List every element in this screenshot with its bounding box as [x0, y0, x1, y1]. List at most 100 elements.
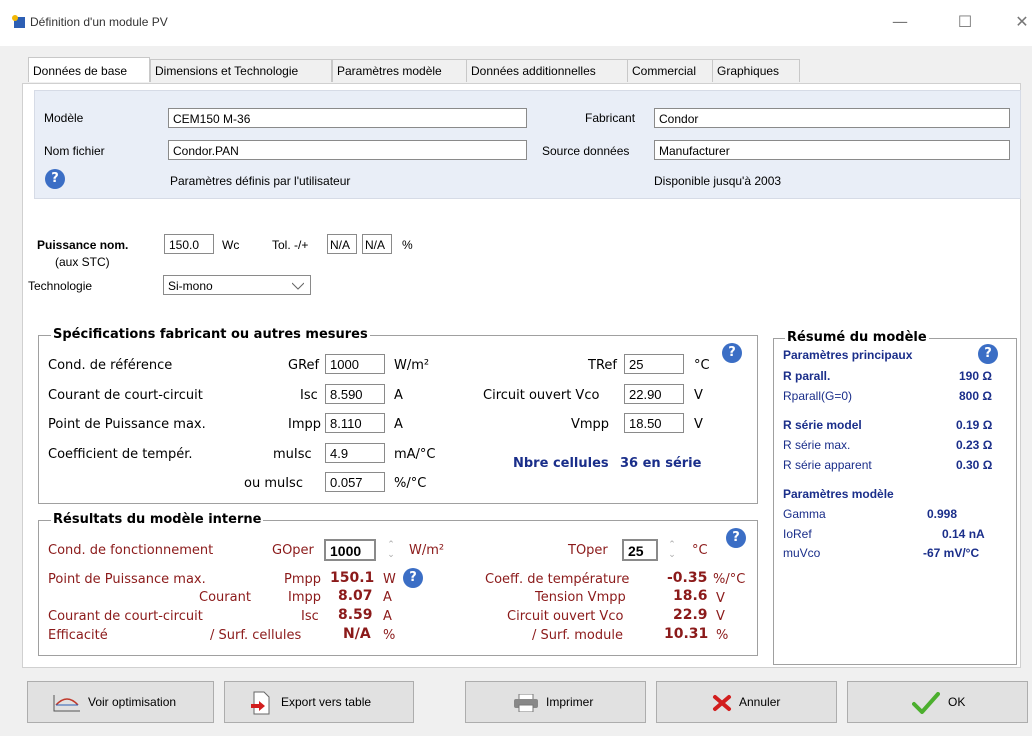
coef-value: -0.35 [667, 570, 708, 586]
cells-label: Nbre cellules [513, 456, 609, 471]
impp-input[interactable]: 8.110 [325, 413, 385, 433]
muisc-pct-input[interactable]: 0.057 [325, 472, 385, 492]
goper-input[interactable]: 1000 [324, 539, 376, 561]
spec-label-2: Point de Puissance max. [48, 417, 206, 432]
export-table-button[interactable]: Export vers table [224, 681, 414, 723]
tolerance-minus-input[interactable]: N/A [327, 234, 357, 254]
tab-parametres-modele[interactable]: Paramètres modèle [332, 59, 470, 82]
puissance-label: Puissance nom. [37, 238, 129, 252]
rseriemax-label: R série max. [783, 438, 851, 452]
spec-unit-3: mA/°C [394, 447, 436, 462]
vco-input[interactable]: 22.90 [624, 384, 684, 404]
rserieapp-label: R série apparent [783, 458, 872, 472]
tolerance-label: Tol. -/+ [272, 238, 309, 252]
params-principaux-label: Paramètres principaux [783, 348, 913, 362]
tab-commercial[interactable]: Commercial [627, 59, 716, 82]
tref-input[interactable]: 25 [624, 354, 684, 374]
vmpp-label: Vmpp [571, 417, 610, 432]
modele-label: Modèle [44, 111, 84, 125]
surf-module-unit: % [716, 628, 729, 643]
courant-label: Courant [199, 590, 251, 605]
rserie-label: R série model [783, 418, 862, 432]
spec-sym-0: GRef [288, 358, 320, 373]
export-table-label: Export vers table [281, 695, 372, 709]
vco-result-value: 22.9 [673, 607, 708, 623]
modele-input[interactable]: CEM150 M-36 [168, 108, 527, 128]
goper-sym: GOper [272, 543, 314, 558]
isc-result-sym: Isc [301, 609, 319, 624]
gamma-label: Gamma [783, 507, 826, 521]
vmpp-input[interactable]: 18.50 [624, 413, 684, 433]
gref-input[interactable]: 1000 [325, 354, 385, 374]
goper-label: Cond. de fonctionnement [48, 543, 214, 558]
nom-fichier-label: Nom fichier [44, 144, 105, 158]
spec-sym-1: Isc [300, 388, 318, 403]
tolerance-unit: % [402, 238, 413, 252]
minimize-button[interactable]: — [886, 10, 914, 34]
vmpp-result-label: Tension Vmpp [535, 590, 626, 605]
rparall0-label: Rparall(G=0) [783, 389, 853, 403]
spec-sym-4: ou muIsc [244, 476, 303, 491]
rparall-label: R parall. [783, 369, 831, 383]
rparall-value: 190 Ω [959, 369, 992, 383]
goper-unit: W/m² [409, 543, 445, 558]
pmpp-help-icon[interactable]: ? [403, 568, 423, 588]
results-help-icon[interactable]: ? [726, 528, 746, 548]
tolerance-plus-input[interactable]: N/A [362, 234, 392, 254]
isc-input[interactable]: 8.590 [325, 384, 385, 404]
disponible-text: Disponible jusqu'à 2003 [654, 174, 782, 188]
tab-donnees-additionnelles[interactable]: Données additionnelles [466, 59, 631, 82]
toper-spinner[interactable]: ⌃ ⌄ [666, 540, 678, 562]
tab-graphiques[interactable]: Graphiques [712, 59, 800, 82]
close-button[interactable]: ✕ [1008, 10, 1032, 34]
toper-unit: °C [692, 543, 708, 558]
vco-result-unit: V [716, 609, 725, 624]
printer-icon [514, 694, 538, 712]
impp-sym: Impp [288, 590, 322, 605]
specs-help-icon[interactable]: ? [722, 343, 742, 363]
eff-unit: % [383, 628, 396, 643]
muisc-input[interactable]: 4.9 [325, 443, 385, 463]
window-title: Définition d'un module PV [30, 15, 168, 29]
coef-label: Coeff. de température [485, 572, 630, 587]
tref-label: TRef [588, 358, 617, 373]
coef-unit: %/°C [713, 572, 746, 587]
params-modele-label: Paramètres modèle [783, 487, 894, 501]
pv-module-icon [12, 15, 25, 28]
spec-label-3: Coefficient de tempér. [48, 447, 193, 462]
annuler-button[interactable]: Annuler [656, 681, 837, 723]
spec-sym-2: Impp [288, 417, 322, 432]
surf-module-value: 10.31 [664, 626, 709, 642]
ok-button[interactable]: OK [847, 681, 1028, 723]
pmpp-unit: W [383, 572, 396, 587]
resume-help-icon[interactable]: ? [978, 344, 998, 364]
vco-result-label: Circuit ouvert Vco [507, 609, 624, 624]
source-donnees-label: Source données [542, 144, 630, 158]
fabricant-input[interactable]: Condor [654, 108, 1010, 128]
puissance-input[interactable]: 150.0 [164, 234, 214, 254]
technologie-select[interactable]: Si-mono [163, 275, 311, 295]
resume-title: Résumé du modèle [785, 330, 929, 345]
imprimer-button[interactable]: Imprimer [465, 681, 646, 723]
technologie-label: Technologie [28, 279, 93, 293]
tab-donnees-de-base[interactable]: Données de base [28, 57, 150, 82]
pmpp-label: Point de Puissance max. [48, 572, 206, 587]
spec-unit-0: W/m² [394, 358, 430, 373]
muvco-label: muVco [783, 546, 821, 560]
eff-sym: / Surf. cellules [210, 628, 302, 643]
maximize-button[interactable]: ☐ [951, 10, 979, 34]
source-donnees-input[interactable]: Manufacturer [654, 140, 1010, 160]
results-title: Résultats du modèle interne [51, 512, 264, 527]
goper-spinner[interactable]: ⌃ ⌄ [385, 540, 397, 562]
vco-unit: V [694, 388, 703, 403]
nom-fichier-input[interactable]: Condor.PAN [168, 140, 527, 160]
toper-input[interactable]: 25 [622, 539, 658, 561]
voir-optimisation-button[interactable]: Voir optimisation [27, 681, 214, 723]
params-user-text: Paramètres définis par l'utilisateur [170, 174, 351, 188]
tab-dimensions[interactable]: Dimensions et Technologie [150, 59, 332, 82]
help-icon[interactable]: ? [45, 169, 65, 189]
surf-module-label: / Surf. module [532, 628, 623, 643]
cancel-x-icon [713, 695, 731, 711]
cells-value: 36 en série [620, 456, 702, 471]
rparall0-value: 800 Ω [959, 389, 992, 403]
